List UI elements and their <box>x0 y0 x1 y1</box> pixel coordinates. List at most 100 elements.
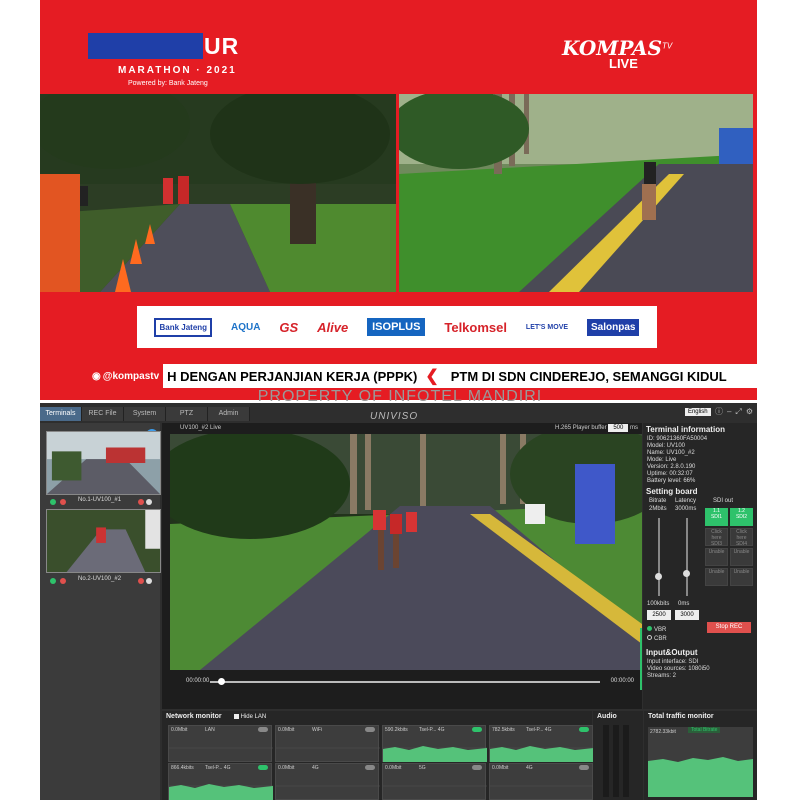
bitrate-current: 2Mbits <box>649 506 667 512</box>
watermark: PROPERTY OF INFOTEL MANDIRI <box>257 388 543 405</box>
interface-toggle[interactable] <box>472 727 482 732</box>
hide-lan-checkbox[interactable] <box>233 713 239 719</box>
panel-interface: Tsel-P... 4G <box>526 727 552 733</box>
screen: UR MARATHON · 2021 Powered by: Bank Jate… <box>0 0 800 800</box>
sdi-out-1[interactable]: 1.1 SDI1 <box>705 508 728 526</box>
language-select[interactable]: English <box>684 407 711 416</box>
sponsor-salonpas: Salonpas <box>586 318 640 336</box>
sdi-cell-bottom: SDI1 <box>710 514 723 520</box>
interface-toggle[interactable] <box>365 765 375 770</box>
info-icon[interactable]: ⓘ <box>715 406 723 417</box>
panel-graph <box>169 747 273 749</box>
menu-icon[interactable] <box>146 578 152 584</box>
status-dot-icon <box>50 578 56 584</box>
bitrate-slider[interactable] <box>658 518 660 596</box>
panel-rate: 782.5kbits <box>492 727 515 733</box>
camera-feed-right <box>399 94 753 292</box>
channel-suffix: TV <box>661 41 673 51</box>
interface-toggle[interactable] <box>258 727 268 732</box>
audio-meter <box>613 725 619 797</box>
window-controls: English ⓘ – ⤢ ⚙ <box>684 406 753 417</box>
sdi-out-3[interactable]: Click here SDI3 <box>705 528 728 547</box>
panel-header: 0.0Mbit 5G <box>383 764 485 773</box>
record-button[interactable] <box>138 578 144 584</box>
latency-input[interactable]: 3000 <box>675 610 699 620</box>
latency-slider-handle[interactable] <box>683 570 690 577</box>
info-line: ID: 90621360FA50004 <box>647 436 708 442</box>
panel-interface: 5G <box>419 765 426 771</box>
maximize-icon[interactable]: ⤢ <box>735 407 741 417</box>
sponsor-alive: Alive <box>317 319 349 335</box>
sdi-cell-bottom: SDI4 <box>735 541 748 547</box>
panel-header: 0.0Mbit WiFi <box>276 726 378 735</box>
interface-toggle[interactable] <box>579 765 589 770</box>
bitrate-input[interactable]: 2500 <box>647 610 671 620</box>
ticker-handle: ◉ @kompastv <box>88 364 164 388</box>
event-logo: UR MARATHON · 2021 Powered by: Bank Jate… <box>88 33 278 93</box>
audio-panel: Audio <box>593 711 643 800</box>
progress-handle[interactable] <box>217 678 225 685</box>
record-dot-icon <box>60 499 66 505</box>
event-subtitle: MARATHON · 2021 <box>118 65 237 76</box>
player-header: UV100_#2 Live H.265 Player buffer 500 ms <box>162 423 642 434</box>
tab-system[interactable]: System <box>124 407 166 421</box>
audio-title: Audio <box>597 713 617 720</box>
latency-slider[interactable] <box>686 518 688 596</box>
stop-rec-button[interactable]: Stop REC <box>707 622 751 633</box>
latency-label: Latency <box>675 498 697 504</box>
terminal-thumbnail[interactable] <box>46 431 161 495</box>
network-panel: 0.0Mbit 5G <box>382 763 487 800</box>
sdi-out-2[interactable]: 1.2 SDI2 <box>730 508 753 526</box>
io-line: Video sources: 1080i50 <box>647 666 710 672</box>
time-start: 00:00:00 <box>186 678 210 684</box>
terminal-label: No.2-UV100_#2 <box>78 576 122 582</box>
player-title: UV100_#2 Live <box>180 425 222 431</box>
sdi-cell-top: Unable <box>733 569 750 575</box>
interface-toggle[interactable] <box>258 765 268 770</box>
panel-rate: 0.0Mbit <box>278 727 295 733</box>
panel-rate: 0.0Mbit <box>171 727 188 733</box>
setting-board-title: Setting board <box>646 487 698 496</box>
record-button[interactable] <box>138 499 144 505</box>
info-line: Mode: Live <box>647 457 677 463</box>
latency-min: 0ms <box>678 601 690 607</box>
progress-track[interactable] <box>210 681 600 683</box>
sdi-out-disabled: Unable <box>705 548 728 566</box>
interface-toggle[interactable] <box>579 727 589 732</box>
sdi-cell-top: Unable <box>708 569 725 575</box>
panel-graph <box>276 785 380 787</box>
live-player: UV100_#2 Live H.265 Player buffer 500 ms <box>162 423 642 709</box>
menu-icon[interactable] <box>146 499 152 505</box>
settings-icon[interactable]: ⚙ <box>746 407 753 416</box>
panel-interface: LAN <box>205 727 215 733</box>
network-panel: 0.0Mbit LAN <box>168 725 273 762</box>
network-panel: 0.0Mbit 4G <box>275 763 380 800</box>
video-view[interactable] <box>170 434 642 670</box>
terminal-thumbnail[interactable] <box>46 509 161 573</box>
tab-rec-file[interactable]: REC File <box>82 407 124 421</box>
info-line: Version: 2.8.0.190 <box>647 464 696 470</box>
network-panel: 866.4kbits Tsel-P... 4G <box>168 763 273 800</box>
broadcast-frame: UR MARATHON · 2021 Powered by: Bank Jate… <box>40 0 757 400</box>
traffic-badge: Total Bitrate <box>688 727 721 733</box>
interface-toggle[interactable] <box>365 727 375 732</box>
minimize-icon[interactable]: – <box>727 407 731 416</box>
tab-admin[interactable]: Admin <box>208 407 250 421</box>
audio-level-bar <box>640 628 642 690</box>
player-buffer: H.265 Player buffer 500 ms <box>555 424 638 432</box>
tab-terminals[interactable]: Terminals <box>40 407 82 421</box>
sdi-out-4[interactable]: Click here SDI4 <box>730 528 753 547</box>
buffer-input[interactable]: 500 <box>608 424 629 432</box>
codec-label: H.265 <box>555 425 572 431</box>
bitrate-slider-handle[interactable] <box>655 573 662 580</box>
panel-rate: 590.2kbits <box>385 727 408 733</box>
sdi-cell-top: Unable <box>708 549 725 555</box>
interface-toggle[interactable] <box>472 765 482 770</box>
hide-lan-label: Hide LAN <box>240 714 267 720</box>
tab-ptz[interactable]: PTZ <box>166 407 208 421</box>
panel-rate: 0.0Mbit <box>385 765 402 771</box>
instagram-icon: ◉ <box>92 370 101 382</box>
mode-cbr-radio[interactable]: CBR <box>647 635 667 642</box>
mode-vbr-radio[interactable]: VBR <box>647 626 666 633</box>
ticker-segment: PTM DI SDN CINDEREJO, SEMANGGI KIDUL <box>450 368 727 384</box>
